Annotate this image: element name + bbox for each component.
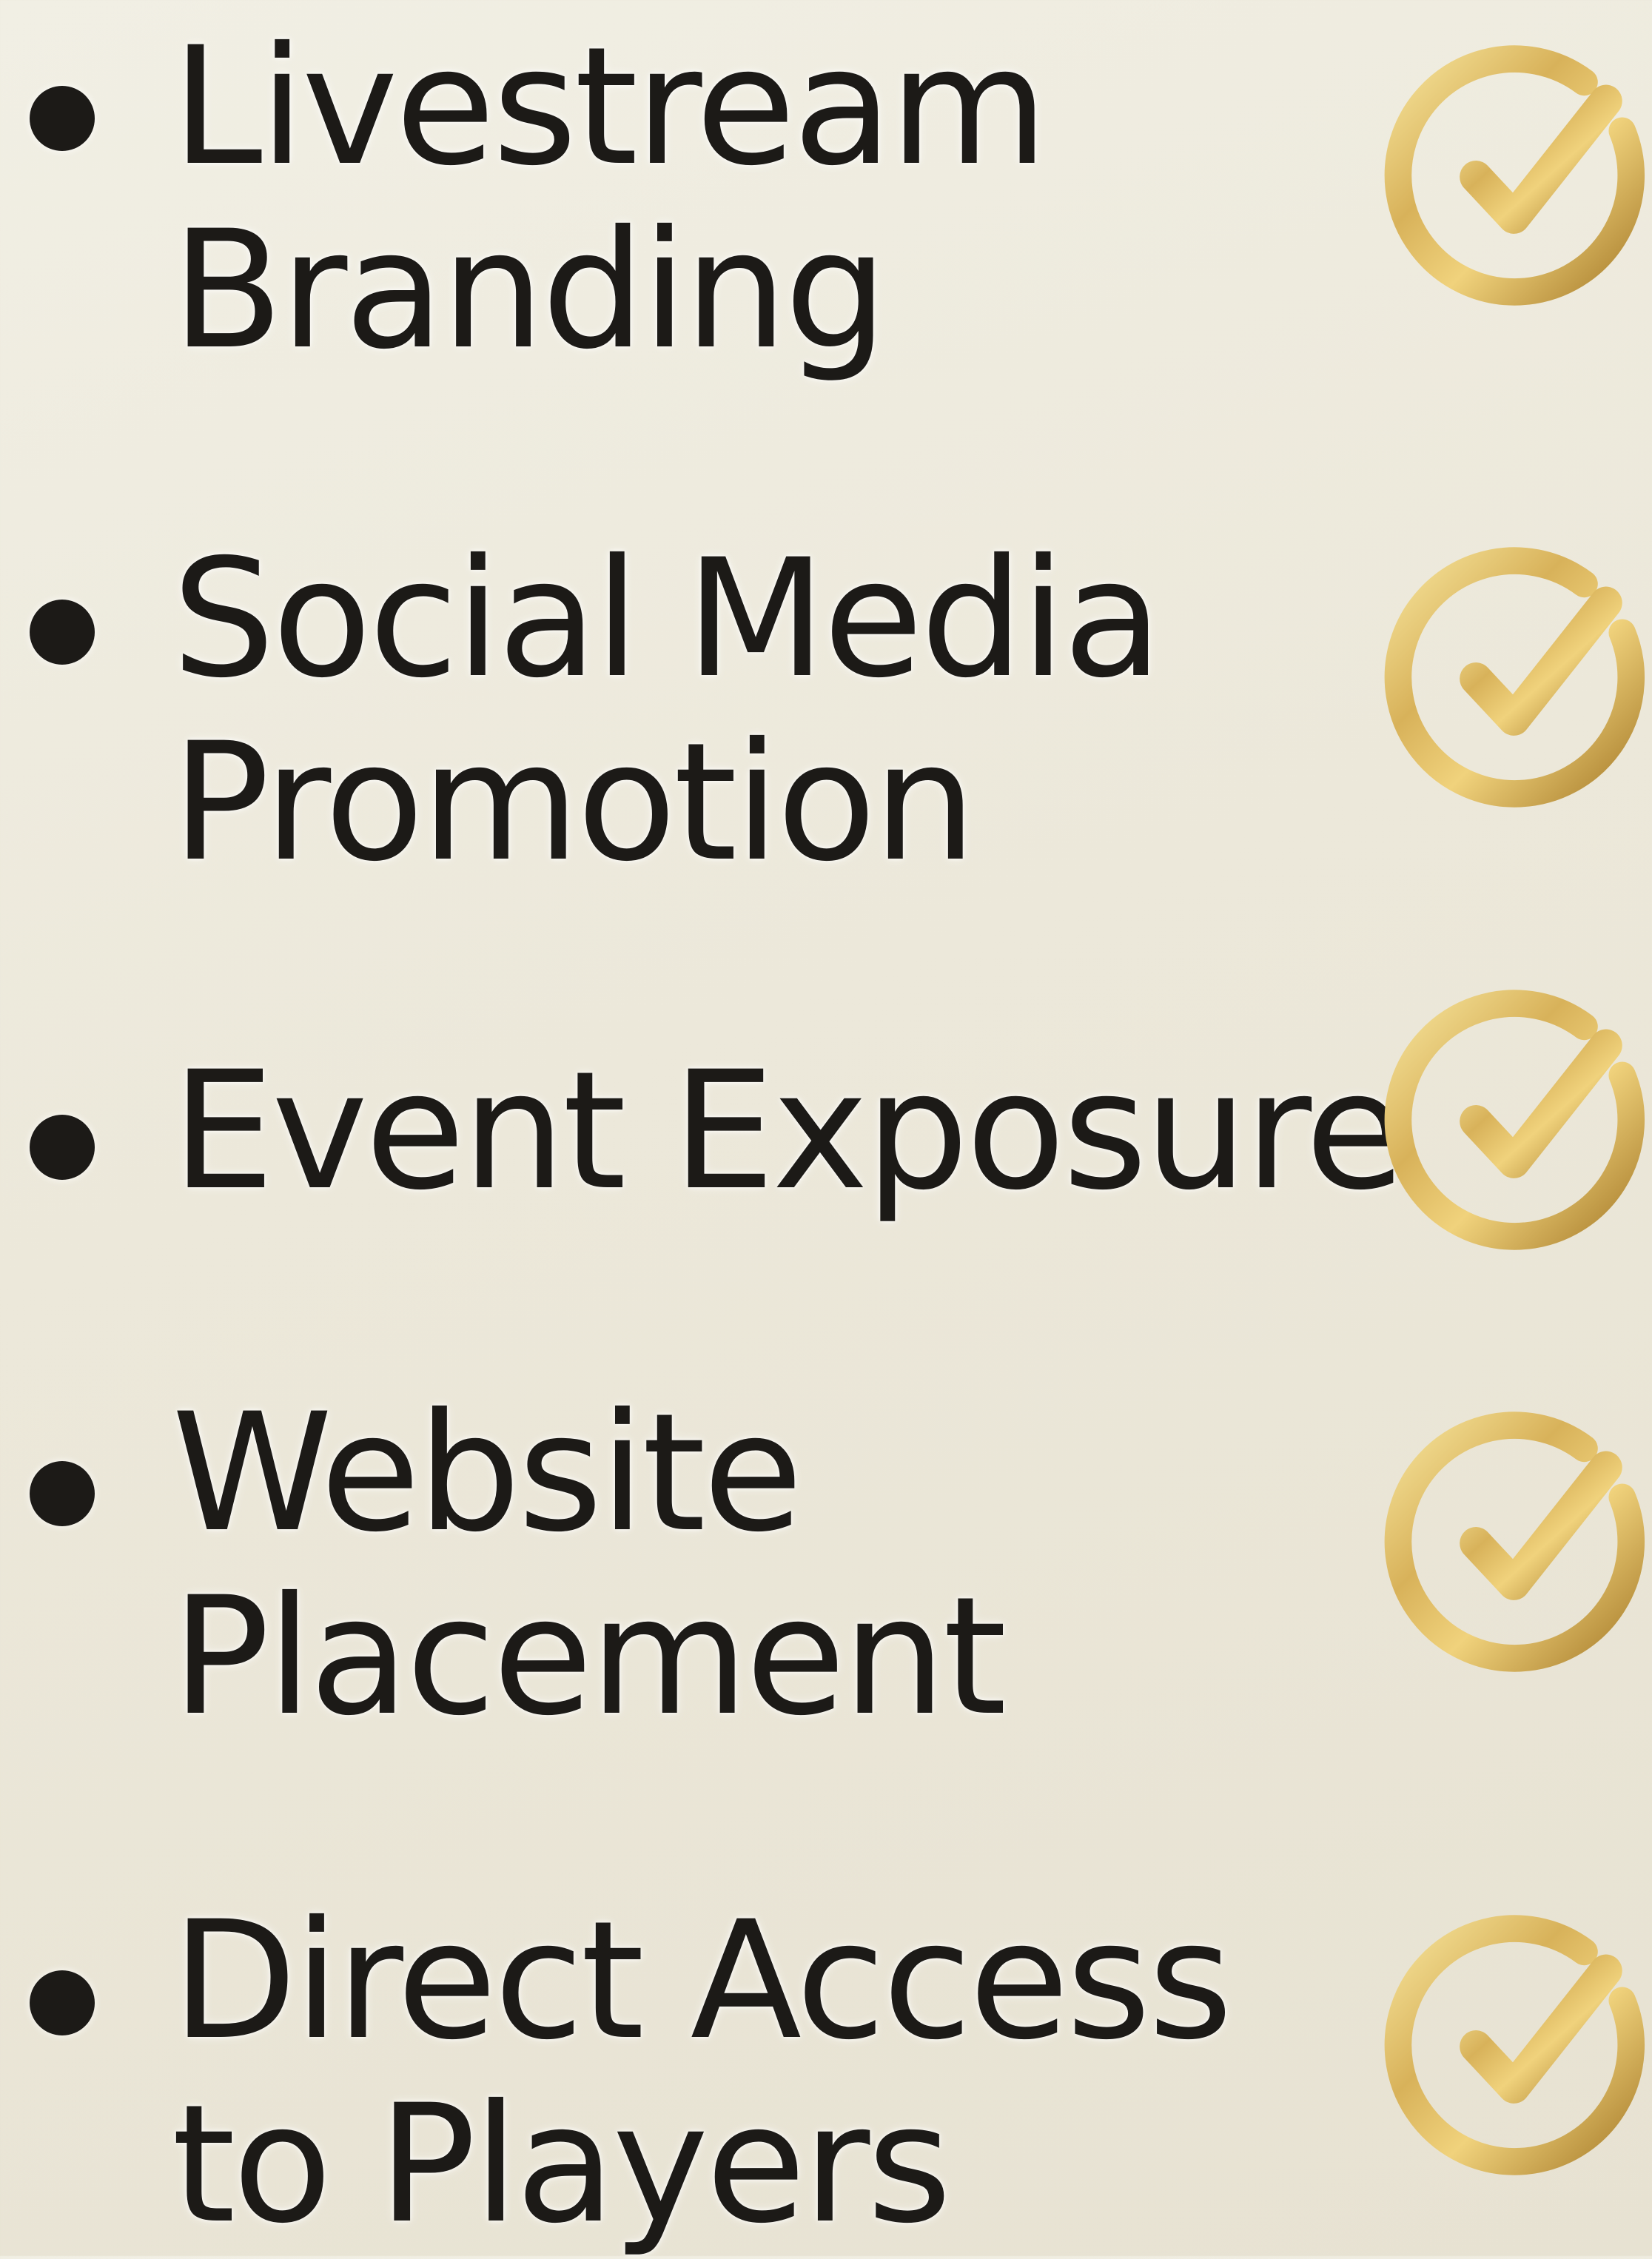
- item-label-line1: Website: [172, 1378, 803, 1568]
- item-label: Event Exposure: [172, 1039, 1445, 1223]
- bullet-dot-icon: [30, 1461, 95, 1526]
- item-label-line1: Event Exposure: [172, 1036, 1406, 1226]
- item-label-line2: to Players: [172, 2070, 952, 2259]
- item-label: Livestream Branding: [172, 15, 1445, 382]
- item-label: Social Media Promotion: [172, 527, 1445, 894]
- item-label: Website Placement: [172, 1381, 1445, 1748]
- item-label-line1: Direct Access: [172, 1886, 1233, 2075]
- check-circle-icon: [1381, 1408, 1652, 1679]
- check-circle-icon: [1381, 41, 1652, 312]
- bullet-dot-icon: [30, 600, 95, 665]
- check-circle-icon: [1381, 986, 1652, 1257]
- item-label: Direct Access to Players: [172, 1889, 1445, 2256]
- item-label-line2: Placement: [172, 1562, 1007, 1751]
- check-circle-icon: [1381, 543, 1652, 814]
- item-label-line2: Promotion: [172, 708, 976, 897]
- bullet-dot-icon: [30, 86, 95, 151]
- feature-list: Livestream Branding Social Media Promoti…: [0, 0, 1652, 2256]
- check-circle-icon: [1381, 1911, 1652, 2182]
- item-label-line1: Livestream: [172, 12, 1048, 201]
- bullet-dot-icon: [30, 1970, 95, 2035]
- item-label-line1: Social Media: [172, 524, 1163, 714]
- item-label-line2: Branding: [172, 195, 887, 385]
- bullet-dot-icon: [30, 1115, 95, 1180]
